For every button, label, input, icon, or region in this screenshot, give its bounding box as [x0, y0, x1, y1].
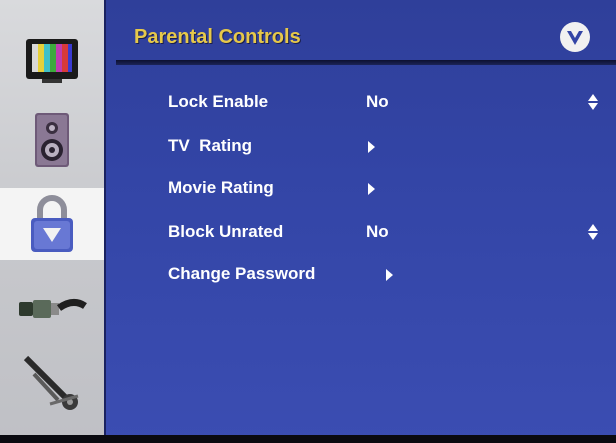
parental-controls-panel: Parental Controls Lock Enable No TV Rati…: [104, 0, 616, 443]
submenu-arrow-icon[interactable]: [368, 183, 375, 195]
tab-input[interactable]: [0, 272, 104, 344]
menu-item-block-unrated[interactable]: Block Unrated No: [168, 222, 608, 246]
change-password-label: Change Password: [168, 264, 316, 283]
tools-setup-icon: [23, 355, 79, 410]
menu-item-change-password[interactable]: Change Password: [168, 264, 608, 288]
cable-connector-icon: [19, 299, 87, 318]
submenu-arrow-icon[interactable]: [368, 141, 375, 153]
menu-item-lock-enable[interactable]: Lock Enable No: [168, 92, 608, 116]
lock-parental-icon: [31, 195, 73, 252]
speaker-audio-icon: [35, 113, 69, 167]
tab-audio[interactable]: [0, 104, 104, 176]
up-down-arrows-icon[interactable]: [588, 94, 598, 112]
lock-enable-value: No: [366, 92, 389, 111]
menu-item-tv-rating[interactable]: TV Rating: [168, 136, 608, 160]
block-unrated-value: No: [366, 222, 389, 241]
movie-rating-label: Movie Rating: [168, 178, 274, 197]
tab-setup[interactable]: [0, 346, 104, 418]
tab-picture[interactable]: [0, 24, 104, 96]
up-down-arrows-icon[interactable]: [588, 224, 598, 242]
screen-bezel: [0, 435, 616, 443]
lock-enable-label: Lock Enable: [168, 92, 269, 111]
menu-item-movie-rating[interactable]: Movie Rating: [168, 178, 608, 202]
submenu-arrow-icon[interactable]: [386, 269, 393, 281]
page-title: Parental Controls: [134, 26, 301, 48]
v-logo-icon: [560, 22, 590, 52]
tab-parental[interactable]: [0, 188, 104, 260]
tv-picture-icon: [26, 39, 78, 83]
tv-rating-label: TV Rating: [168, 136, 253, 155]
sidebar: [0, 0, 104, 443]
title-divider: [116, 60, 616, 65]
block-unrated-label: Block Unrated: [168, 222, 284, 241]
